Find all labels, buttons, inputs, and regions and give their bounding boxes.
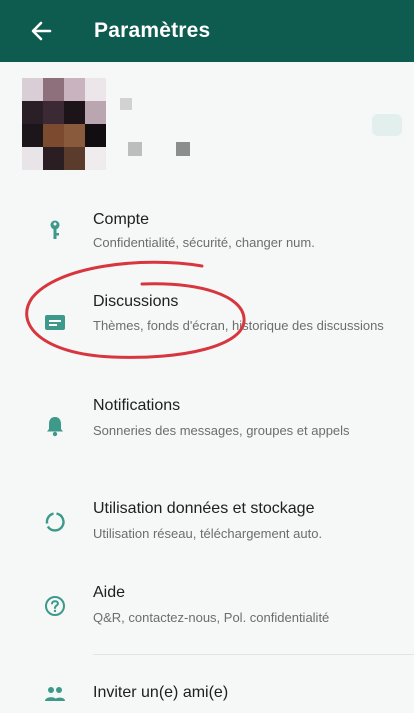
help-icon	[45, 596, 65, 616]
page-title: Paramètres	[94, 19, 211, 42]
settings-item-title: Aide	[93, 584, 126, 601]
settings-item-title: Discussions	[93, 293, 179, 310]
profile-header[interactable]	[0, 62, 414, 192]
settings-item-title: Notifications	[93, 397, 181, 414]
profile-status-redacted	[176, 142, 190, 156]
settings-item-subtitle: Sonneries des messages, groupes et appel…	[93, 423, 350, 438]
bell-icon	[47, 417, 63, 437]
settings-item-subtitle: Confidentialité, sécurité, changer num.	[93, 235, 315, 250]
settings-item-subtitle: Thèmes, fonds d'écran, historique des di…	[93, 318, 384, 333]
app-bar: Paramètres	[0, 0, 414, 62]
key-icon	[50, 220, 60, 239]
settings-item-aide[interactable]: Aide Q&R, contactez-nous, Pol. confident…	[0, 575, 414, 645]
qr-code-icon[interactable]	[372, 114, 402, 136]
divider	[93, 654, 414, 655]
settings-item-stockage[interactable]: Utilisation données et stockage Utilisat…	[0, 488, 414, 560]
chat-icon	[45, 315, 65, 330]
settings-item-compte[interactable]: Compte Confidentialité, sécurité, change…	[0, 200, 414, 270]
settings-item-notifications[interactable]: Notifications Sonneries des messages, gr…	[0, 385, 414, 470]
arrow-left-icon[interactable]	[30, 18, 52, 44]
data-usage-icon	[45, 512, 65, 532]
settings-item-subtitle: Q&R, contactez-nous, Pol. confidentialit…	[93, 610, 330, 625]
group-icon	[45, 687, 65, 701]
avatar[interactable]	[22, 78, 106, 170]
settings-item-inviter[interactable]: Inviter un(e) ami(e)	[0, 672, 414, 713]
settings-item-discussions[interactable]: Discussions Thèmes, fonds d'écran, histo…	[0, 282, 414, 362]
settings-item-title: Compte	[93, 211, 150, 228]
settings-item-subtitle: Utilisation réseau, téléchargement auto.	[93, 526, 323, 541]
settings-item-title: Utilisation données et stockage	[93, 500, 315, 517]
profile-status-redacted	[128, 142, 142, 156]
profile-name-redacted	[120, 98, 132, 110]
settings-item-title: Inviter un(e) ami(e)	[93, 684, 229, 701]
